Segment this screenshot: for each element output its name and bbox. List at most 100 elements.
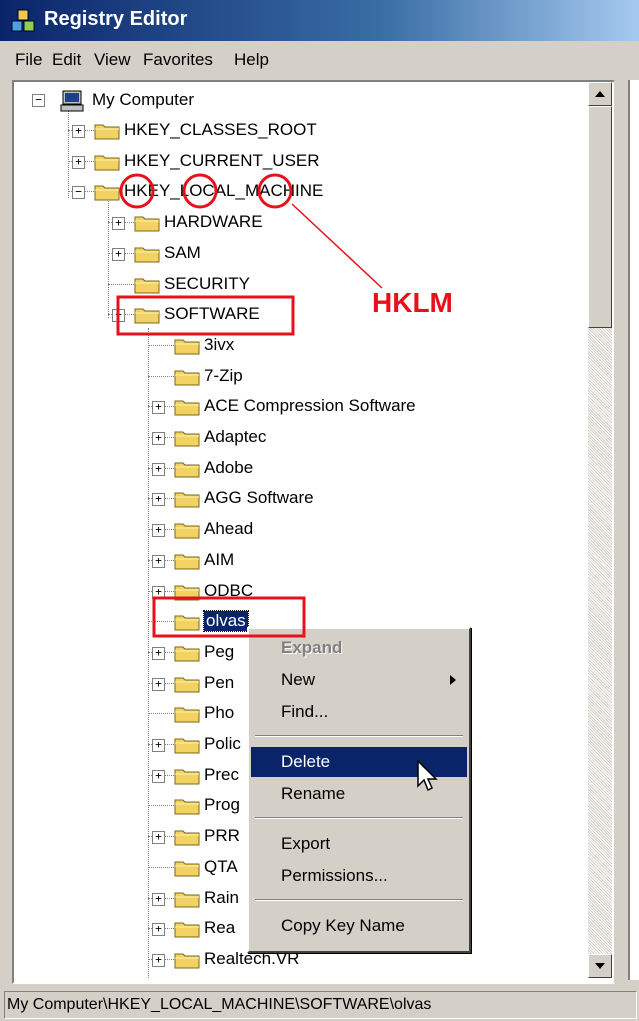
folder-icon — [174, 830, 200, 846]
menu-separator — [255, 735, 463, 737]
expand-toggle[interactable]: + — [152, 892, 165, 906]
menu-edit[interactable]: Edit — [52, 50, 81, 70]
tree-item-software-child[interactable]: + AIM — [14, 548, 584, 574]
values-pane[interactable] — [628, 80, 639, 980]
scroll-up-button[interactable] — [588, 82, 612, 106]
tree-label: Peg — [204, 641, 235, 661]
expand-toggle[interactable]: + — [152, 585, 165, 599]
expand-toggle[interactable]: + — [152, 432, 165, 445]
expand-toggle[interactable]: + — [152, 554, 165, 568]
expand-toggle[interactable]: + — [152, 646, 165, 660]
expand-toggle[interactable]: + — [152, 401, 165, 415]
tree-label: Polic — [204, 734, 241, 753]
expand-toggle[interactable]: + — [152, 677, 165, 691]
tree-label: Pho — [204, 703, 235, 723]
folder-icon — [174, 953, 200, 969]
expand-toggle[interactable]: + — [152, 739, 165, 752]
hklm-annotation: HKLM — [372, 287, 453, 318]
folder-icon — [174, 400, 200, 416]
menu-item-find[interactable]: Find... — [251, 697, 467, 727]
folder-icon — [174, 523, 200, 539]
menu-favorites[interactable]: Favorites — [143, 50, 213, 70]
menu-item-expand[interactable]: Expand — [251, 633, 467, 663]
expand-toggle[interactable]: + — [72, 155, 85, 169]
menu-view[interactable]: View — [94, 50, 131, 70]
menu-separator — [255, 899, 463, 901]
expand-toggle[interactable]: + — [152, 769, 165, 783]
tree-label: SECURITY — [164, 273, 250, 293]
menu-item-permissions[interactable]: Permissions... — [251, 861, 467, 891]
folder-icon — [174, 892, 200, 907]
tree-item-hklm-child[interactable]: + SAM — [14, 241, 584, 267]
tree-label: 7-Zip — [204, 365, 243, 385]
tree-item-software-child[interactable]: + Adobe — [14, 456, 584, 482]
folder-icon — [134, 247, 160, 263]
tree-item-software-child[interactable]: + AGG Software — [14, 486, 584, 512]
scroll-thumb[interactable] — [588, 106, 612, 328]
folder-icon — [174, 769, 200, 785]
tree-item-software-child[interactable]: + ACE Compression Software — [14, 394, 584, 420]
tree-line — [148, 344, 174, 347]
menu-file[interactable]: File — [15, 50, 42, 70]
collapse-toggle[interactable]: − — [72, 186, 85, 200]
tree-item-hive[interactable]: + HKEY_CLASSES_ROOT — [14, 118, 584, 144]
tree-label: olvas — [203, 610, 249, 633]
expand-toggle[interactable]: + — [112, 217, 125, 231]
registry-editor-icon — [11, 9, 35, 32]
collapse-toggle[interactable]: − — [32, 94, 45, 107]
expand-toggle[interactable]: + — [152, 831, 165, 845]
menu-item-export[interactable]: Export — [251, 829, 467, 859]
tree-item-hklm-child[interactable]: − SOFTWARE — [14, 302, 584, 328]
folder-icon — [174, 339, 200, 355]
mouse-cursor-icon — [417, 760, 438, 792]
folder-icon — [174, 554, 200, 570]
tree-item-software-child[interactable]: 7-Zip — [14, 364, 584, 390]
expand-toggle[interactable]: + — [112, 247, 125, 261]
expand-toggle[interactable]: + — [152, 953, 165, 967]
tree-item-software-child[interactable]: + ODBC — [14, 579, 584, 605]
folder-icon — [174, 799, 200, 815]
tree-item-hive[interactable]: − HKEY_LOCAL_MACHINE — [14, 179, 584, 205]
tree-label: AGG Software — [204, 488, 314, 508]
menu-item-copy-key-name[interactable]: Copy Key Name — [251, 911, 467, 941]
tree-label: QTA — [204, 856, 238, 876]
folder-icon — [174, 922, 200, 938]
tree-item-hive[interactable]: + HKEY_CURRENT_USER — [14, 149, 584, 175]
tree-line — [148, 621, 174, 623]
tree-item-software-child[interactable]: + Ahead — [14, 517, 584, 543]
folder-icon — [94, 155, 120, 171]
menu-help[interactable]: Help — [234, 50, 269, 70]
tree-label: Adaptec — [204, 427, 267, 446]
expand-toggle[interactable]: + — [152, 462, 165, 476]
folder-icon — [174, 585, 200, 600]
folder-icon — [94, 185, 120, 201]
folder-icon — [134, 216, 160, 232]
scroll-down-button[interactable] — [588, 954, 612, 978]
tree-line — [148, 713, 174, 715]
menu-separator — [255, 817, 463, 819]
tree-item-software-child[interactable]: 3ivx — [14, 333, 584, 359]
tree-label: PRR — [204, 826, 240, 846]
expand-toggle[interactable]: + — [152, 923, 165, 937]
tree-label: HKEY_LOCAL_MACHINE — [124, 181, 324, 201]
folder-open-icon — [174, 615, 200, 631]
expand-toggle[interactable]: + — [72, 125, 85, 138]
expand-toggle[interactable]: + — [152, 493, 165, 507]
tree-scrollbar[interactable] — [588, 82, 612, 978]
tree-label: Prec — [204, 764, 239, 784]
status-bar: My Computer\HKEY_LOCAL_MACHINE\SOFTWARE\… — [0, 987, 639, 1021]
tree-label: Ahead — [204, 519, 254, 539]
tree-item-software-child[interactable]: + Adaptec — [14, 425, 584, 451]
menu-bar: File Edit View Favorites Help — [0, 41, 639, 77]
menu-item-new[interactable]: New — [251, 665, 467, 695]
computer-icon — [60, 90, 84, 112]
expand-toggle[interactable]: + — [152, 524, 165, 538]
tree-line — [148, 805, 174, 807]
collapse-toggle[interactable]: − — [112, 309, 125, 323]
folder-icon — [174, 707, 200, 723]
tree-item-hklm-child[interactable]: SECURITY — [14, 272, 584, 298]
tree-item-hklm-child[interactable]: + HARDWARE — [14, 210, 584, 236]
tree-item-my-computer[interactable]: − My Computer — [14, 88, 574, 114]
arrow-down-icon — [595, 963, 605, 969]
folder-icon — [174, 462, 200, 478]
